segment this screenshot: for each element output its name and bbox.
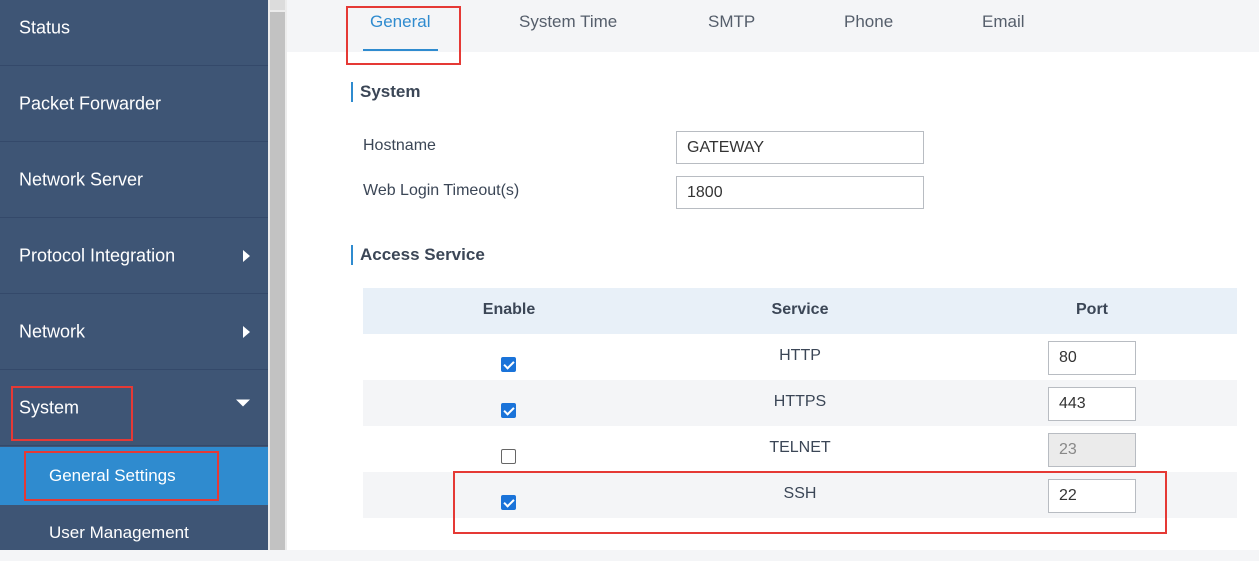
- sidebar-item-packet-forwarder[interactable]: Packet Forwarder: [0, 67, 268, 142]
- main-content: System Hostname Web Login Timeout(s) Acc…: [287, 52, 1259, 550]
- tab-email[interactable]: Email: [982, 0, 1025, 52]
- sidebar-item-label: Protocol Integration: [19, 245, 176, 266]
- column-header-service: Service: [771, 301, 829, 318]
- active-tab-indicator: [363, 49, 438, 51]
- column-header-enable: Enable: [482, 301, 536, 318]
- tab-phone[interactable]: Phone: [844, 0, 893, 52]
- enable-checkbox-https[interactable]: [501, 403, 516, 418]
- sidebar-scrollbar[interactable]: [268, 0, 287, 550]
- sidebar-item-label: Status: [19, 17, 71, 38]
- service-name: HTTP: [779, 347, 821, 364]
- sidebar-item-label: Network: [19, 321, 86, 342]
- sidebar-item-label: Network Server: [19, 169, 144, 190]
- sidebar-subitem-general-settings[interactable]: General Settings: [0, 447, 268, 505]
- section-title-system: System: [351, 82, 420, 102]
- table-row: TELNET: [363, 426, 1237, 472]
- chevron-down-icon: [236, 399, 250, 407]
- sidebar-subitem-user-management[interactable]: User Management: [0, 505, 268, 561]
- port-input-telnet: [1048, 433, 1136, 467]
- enable-checkbox-http[interactable]: [501, 357, 516, 372]
- enable-checkbox-ssh[interactable]: [501, 495, 516, 510]
- service-name: HTTPS: [773, 393, 827, 410]
- scrollbar-cap: [270, 0, 285, 10]
- table-row: SSH: [363, 472, 1237, 518]
- scrollbar-thumb[interactable]: [270, 12, 285, 550]
- sidebar-subitem-label: User Management: [49, 523, 189, 542]
- web-login-timeout-input[interactable]: [676, 176, 924, 209]
- table-row: HTTP: [363, 334, 1237, 380]
- sidebar-item-network[interactable]: Network: [0, 295, 268, 370]
- sidebar-item-protocol-integration[interactable]: Protocol Integration: [0, 219, 268, 294]
- sidebar-item-label: System: [19, 397, 80, 418]
- service-name: TELNET: [769, 439, 831, 456]
- table-row: HTTPS: [363, 380, 1237, 426]
- enable-checkbox-telnet[interactable]: [501, 449, 516, 464]
- port-input-ssh[interactable]: [1048, 479, 1136, 513]
- sidebar-item-network-server[interactable]: Network Server: [0, 143, 268, 218]
- sidebar-item-status[interactable]: Status: [0, 0, 268, 66]
- section-title-access-service: Access Service: [351, 245, 485, 265]
- tab-bar: General System Time SMTP Phone Email: [287, 0, 1259, 52]
- service-name: SSH: [783, 485, 817, 502]
- tab-smtp[interactable]: SMTP: [708, 0, 755, 52]
- chevron-right-icon: [243, 326, 250, 338]
- tab-general[interactable]: General: [370, 0, 430, 52]
- hostname-input[interactable]: [676, 131, 924, 164]
- web-login-timeout-label: Web Login Timeout(s): [363, 182, 520, 199]
- sidebar: Status Packet Forwarder Network Server P…: [0, 0, 268, 550]
- column-header-port: Port: [1076, 301, 1108, 318]
- tab-system-time[interactable]: System Time: [519, 0, 617, 52]
- sidebar-subitem-label: General Settings: [49, 466, 176, 485]
- port-input-https[interactable]: [1048, 387, 1136, 421]
- sidebar-item-label: Packet Forwarder: [19, 93, 162, 114]
- chevron-right-icon: [243, 250, 250, 262]
- port-input-http[interactable]: [1048, 341, 1136, 375]
- table-header: Enable Service Port: [363, 288, 1237, 334]
- sidebar-item-system[interactable]: System: [0, 371, 268, 446]
- hostname-label: Hostname: [363, 137, 436, 154]
